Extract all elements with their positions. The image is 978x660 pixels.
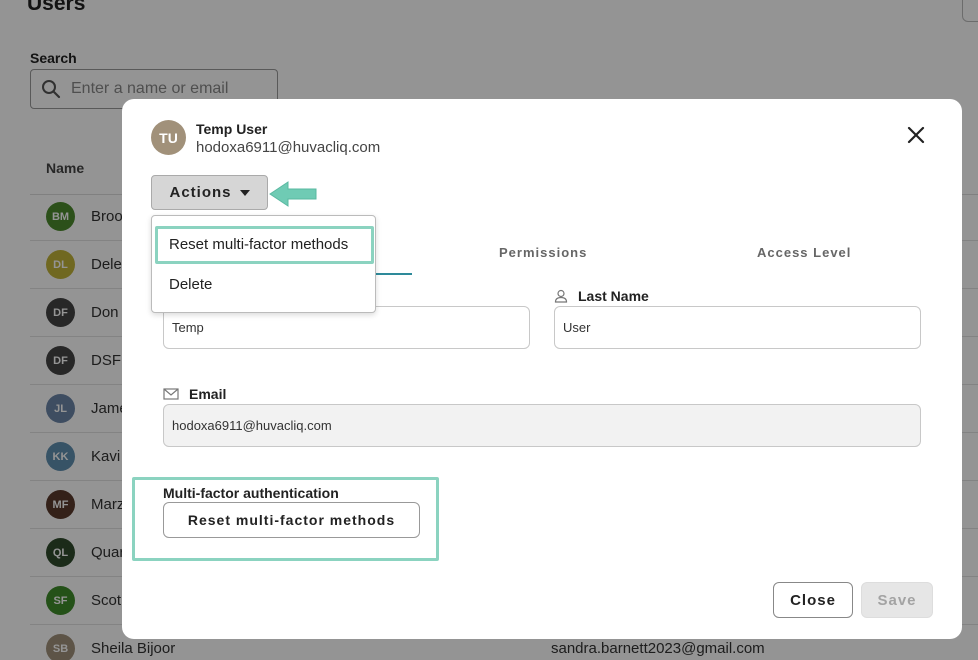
actions-label: Actions xyxy=(169,184,232,201)
last-name-label: Last Name xyxy=(554,288,649,304)
modal-user-name: Temp User xyxy=(196,121,268,137)
save-button[interactable]: Save xyxy=(861,582,933,618)
person-icon xyxy=(554,289,568,303)
last-name-label-text: Last Name xyxy=(578,288,649,304)
last-name-field[interactable] xyxy=(554,306,921,349)
mfa-label: Multi-factor authentication xyxy=(163,485,339,501)
tab-permissions[interactable]: Permissions xyxy=(499,245,587,260)
caret-down-icon xyxy=(239,189,250,196)
tab-access-level[interactable]: Access Level xyxy=(757,245,851,260)
edit-user-modal: TU Temp User hodoxa6911@huvacliq.com Act… xyxy=(122,99,962,639)
email-label-text: Email xyxy=(189,386,227,402)
actions-dropdown-menu: Reset multi-factor methods Delete xyxy=(151,215,376,313)
modal-user-email: hodoxa6911@huvacliq.com xyxy=(196,139,381,156)
email-field[interactable] xyxy=(163,404,921,447)
menu-item-reset-mfa[interactable]: Reset multi-factor methods xyxy=(152,236,375,253)
close-button[interactable]: Close xyxy=(773,582,853,618)
arrow-left-icon xyxy=(269,181,317,207)
avatar: TU xyxy=(151,120,186,155)
mail-icon xyxy=(163,388,179,400)
menu-item-delete[interactable]: Delete xyxy=(152,276,375,293)
actions-button[interactable]: Actions xyxy=(151,175,268,210)
close-icon[interactable] xyxy=(906,125,926,145)
reset-mfa-button[interactable]: Reset multi-factor methods xyxy=(163,502,420,538)
email-label: Email xyxy=(163,386,226,402)
